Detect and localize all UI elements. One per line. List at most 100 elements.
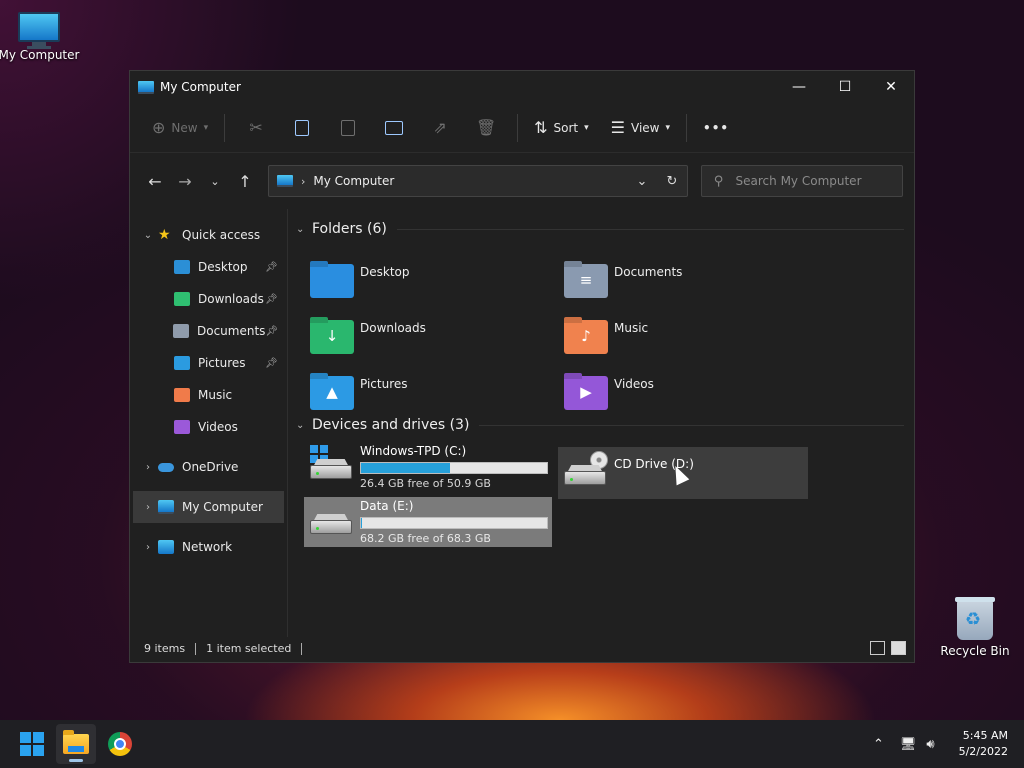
nav-item-network[interactable]: › Network: [130, 531, 287, 563]
nav-item-pictures[interactable]: Pictures 📌︎: [130, 347, 287, 379]
divider: [396, 228, 904, 230]
rename-button[interactable]: [371, 111, 417, 145]
divider: [195, 642, 197, 655]
nav-item-quick-access[interactable]: ⌄ ★ Quick access: [130, 219, 287, 251]
title-bar[interactable]: My Computer — ☐ ✕: [130, 71, 914, 103]
desktop-icon-my-computer[interactable]: My Computer: [0, 12, 81, 62]
downloads-folder-icon: [174, 292, 190, 306]
breadcrumb-chevron-icon: ›: [301, 174, 306, 188]
folder-name: Downloads: [360, 321, 426, 335]
folder-downloads[interactable]: ↓ Downloads: [310, 317, 560, 365]
folder-music[interactable]: ♪ Music: [564, 317, 814, 365]
more-icon: •••: [703, 120, 730, 135]
clock[interactable]: 5:45 AM 5/2/2022: [959, 728, 1008, 760]
window-title: My Computer: [160, 80, 241, 94]
drive-usage-bar: [360, 517, 548, 529]
new-button[interactable]: ⊕ New ▾: [144, 111, 216, 145]
chevron-right-icon[interactable]: ›: [138, 502, 158, 513]
chevron-right-icon[interactable]: ›: [138, 462, 158, 473]
desktop-icon-label: Recycle Bin: [940, 644, 1010, 658]
refresh-button[interactable]: ↻: [657, 174, 687, 189]
nav-item-desktop[interactable]: Desktop 📌︎: [130, 251, 287, 283]
folder-documents[interactable]: ≡ Documents: [564, 261, 814, 309]
nav-item-my-computer[interactable]: › My Computer: [133, 491, 284, 523]
address-dropdown-button[interactable]: ⌄: [627, 174, 657, 189]
back-button[interactable]: ←: [140, 166, 170, 196]
delete-icon: 🗑︎: [475, 118, 497, 137]
paste-button[interactable]: [325, 111, 371, 145]
volume-icon[interactable]: 🔊︎: [926, 737, 934, 752]
chevron-down-icon: ⌄: [296, 419, 305, 431]
status-bar: 9 items 1 item selected: [130, 635, 914, 662]
forward-button[interactable]: →: [170, 166, 200, 196]
drive-usage-fill: [361, 463, 451, 473]
breadcrumb-location[interactable]: My Computer: [313, 174, 627, 188]
computer-icon: [158, 500, 174, 514]
desktop-folder-icon: [310, 264, 354, 298]
show-hidden-icons-button[interactable]: ⌃: [873, 737, 884, 752]
hard-drive-icon: [310, 445, 354, 479]
nav-item-videos[interactable]: Videos: [130, 411, 287, 443]
delete-button[interactable]: 🗑︎: [463, 111, 509, 145]
pin-icon: 📌︎: [265, 357, 278, 369]
close-button[interactable]: ✕: [868, 71, 914, 103]
pin-icon: 📌︎: [265, 261, 278, 273]
start-button[interactable]: [12, 724, 52, 764]
nav-label: OneDrive: [182, 460, 239, 474]
recent-locations-button[interactable]: ⌄: [200, 166, 230, 196]
drives-grid: Windows-TPD (C:) 26.4 GB free of 50.9 GB…: [296, 439, 914, 559]
up-button[interactable]: ↑: [230, 166, 260, 196]
drive-free-space: 68.2 GB free of 68.3 GB: [360, 532, 491, 545]
tiles-view-button[interactable]: [891, 641, 906, 655]
chevron-down-icon[interactable]: ⌄: [138, 230, 158, 241]
share-button[interactable]: ⇗: [417, 111, 463, 145]
chevron-right-icon[interactable]: ›: [138, 542, 158, 553]
nav-label: Desktop: [198, 260, 248, 274]
folder-name: Desktop: [360, 265, 410, 279]
view-button[interactable]: ☰ View ▾: [603, 111, 678, 145]
cut-button[interactable]: ✂: [233, 111, 279, 145]
nav-item-documents[interactable]: Documents 📌︎: [130, 315, 287, 347]
pictures-folder-icon: ▲: [310, 376, 354, 410]
section-header-folders[interactable]: ⌄ Folders (6): [296, 215, 914, 243]
file-explorer-taskbar-button[interactable]: [56, 724, 96, 764]
address-bar[interactable]: › My Computer ⌄ ↻: [268, 165, 688, 197]
drive-name: Windows-TPD (C:): [360, 444, 467, 458]
recycle-bin-icon: ♻: [955, 597, 995, 640]
folder-name: Videos: [614, 377, 654, 391]
chrome-taskbar-button[interactable]: [100, 724, 140, 764]
chevron-down-icon: ⌄: [296, 223, 305, 235]
sort-label: Sort: [553, 120, 579, 135]
drive-name: Data (E:): [360, 499, 414, 513]
minimize-button[interactable]: —: [776, 71, 822, 103]
chevron-down-icon: ▾: [665, 122, 671, 133]
cd-drive-icon: [564, 451, 608, 485]
music-folder-icon: [174, 388, 190, 402]
sort-button[interactable]: ⇅ Sort ▾: [526, 111, 597, 145]
system-tray: ⌃ 🖥︎ 🔊︎ 5:45 AM 5/2/2022: [873, 720, 1008, 768]
network-icon[interactable]: 🖥︎: [900, 737, 917, 752]
pictures-folder-icon: [174, 356, 190, 370]
address-bar-row: ← → ⌄ ↑ › My Computer ⌄ ↻ ⚲ Search My Co…: [130, 153, 914, 209]
nav-item-music[interactable]: Music: [130, 379, 287, 411]
navigation-pane: ⌄ ★ Quick access Desktop 📌︎ Downloads 📌︎ Doc…: [130, 209, 288, 637]
more-options-button[interactable]: •••: [695, 111, 737, 145]
search-input[interactable]: ⚲ Search My Computer: [701, 165, 903, 197]
maximize-button[interactable]: ☐: [822, 71, 868, 103]
folder-desktop[interactable]: Desktop: [310, 261, 560, 309]
drive-c[interactable]: Windows-TPD (C:) 26.4 GB free of 50.9 GB: [304, 441, 554, 493]
drive-free-space: 26.4 GB free of 50.9 GB: [360, 477, 491, 490]
hard-drive-icon: [310, 510, 354, 534]
music-folder-icon: ♪: [564, 320, 608, 354]
nav-item-onedrive[interactable]: › OneDrive: [130, 451, 287, 483]
desktop-icon-recycle-bin[interactable]: ♻ Recycle Bin: [933, 597, 1017, 658]
drive-e[interactable]: Data (E:) 68.2 GB free of 68.3 GB: [304, 497, 552, 547]
folder-videos[interactable]: ▶ Videos: [564, 373, 814, 421]
view-icon: ☰: [610, 118, 626, 137]
details-view-button[interactable]: [870, 641, 885, 655]
nav-label: Downloads: [198, 292, 264, 306]
pin-icon: 📌︎: [265, 293, 278, 305]
nav-item-downloads[interactable]: Downloads 📌︎: [130, 283, 287, 315]
folder-pictures[interactable]: ▲ Pictures: [310, 373, 560, 421]
copy-button[interactable]: [279, 111, 325, 145]
